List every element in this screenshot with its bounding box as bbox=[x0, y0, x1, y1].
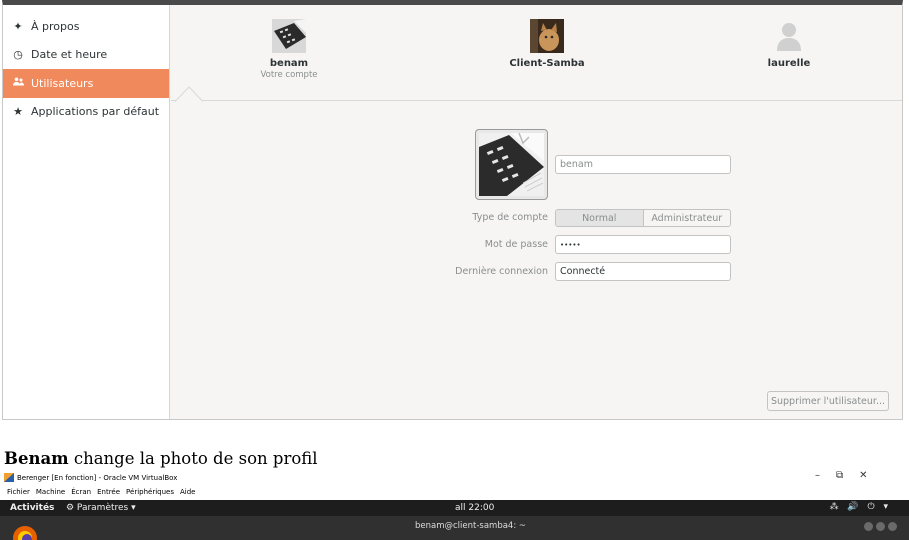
terminal-window-controls bbox=[864, 522, 897, 531]
cat-avatar bbox=[530, 19, 564, 53]
user-card-benam[interactable]: benam Votre compte bbox=[219, 19, 359, 80]
menu-fichier[interactable]: Fichier bbox=[7, 488, 30, 496]
minimize-icon[interactable] bbox=[864, 522, 873, 531]
menu-machine[interactable]: Machine bbox=[36, 488, 65, 496]
calculator-avatar bbox=[272, 19, 306, 53]
restore-icon[interactable]: ⧉ bbox=[836, 470, 843, 481]
sidebar-item-label: À propos bbox=[31, 19, 80, 33]
password-label: Mot de passe bbox=[484, 239, 548, 250]
gnome-top-bar: Activités ⚙ Paramètres ▾ all 22:00 ⁂ 🔊 ⏻… bbox=[0, 500, 909, 516]
sidebar-item-utilisateurs[interactable]: Utilisateurs bbox=[3, 69, 169, 98]
sidebar-item-date-et-heure[interactable]: ◷ Date et heure bbox=[3, 41, 169, 70]
terminal-title: benam@client-samba4: ~ bbox=[415, 521, 527, 531]
vbox-titlebar: Berenger [En fonction] - Oracle VM Virtu… bbox=[4, 473, 177, 482]
caption-text: Benam change la photo de son profil bbox=[4, 449, 318, 468]
user-subtitle: Votre compte bbox=[260, 70, 318, 80]
user-name: benam bbox=[269, 58, 309, 69]
users-panel: benam Votre compte Client-Samba laurelle… bbox=[171, 5, 902, 419]
calculator-photo bbox=[479, 132, 544, 196]
user-card-laurelle[interactable]: laurelle bbox=[719, 19, 859, 69]
menu-peripheriques[interactable]: Périphériques bbox=[126, 488, 174, 496]
firefox-icon[interactable] bbox=[10, 520, 40, 540]
virtualbox-icon bbox=[4, 473, 14, 482]
sparkle-icon: ✦ bbox=[13, 19, 23, 33]
last-login-button[interactable]: Connecté bbox=[555, 262, 731, 281]
account-type-label: Type de compte bbox=[472, 212, 548, 223]
users-icon bbox=[12, 77, 24, 89]
sidebar-item-label: Date et heure bbox=[31, 48, 108, 62]
sidebar: ✦ À propos ◷ Date et heure Utilisateurs … bbox=[3, 5, 170, 419]
sidebar-item-label: Applications par défaut bbox=[31, 105, 160, 119]
menu-entree[interactable]: Entrée bbox=[97, 488, 120, 496]
delete-user-button[interactable]: Supprimer l'utilisateur... bbox=[767, 391, 889, 411]
selection-notch bbox=[175, 86, 203, 102]
system-tray[interactable]: ⁂ 🔊 ⏻ ▾ bbox=[830, 502, 891, 512]
last-login-label: Dernière connexion bbox=[455, 266, 548, 277]
settings-window: ✦ À propos ◷ Date et heure Utilisateurs … bbox=[2, 0, 903, 420]
profile-photo-button[interactable] bbox=[475, 129, 548, 200]
star-icon: ★ bbox=[13, 105, 23, 119]
clock[interactable]: all 22:00 bbox=[455, 503, 494, 513]
close-icon[interactable]: ✕ bbox=[859, 470, 867, 481]
account-type-normal[interactable]: Normal bbox=[556, 210, 644, 226]
caption-bold: Benam bbox=[4, 449, 69, 468]
minimize-icon[interactable]: – bbox=[815, 470, 820, 481]
close-icon[interactable] bbox=[888, 522, 897, 531]
username-field[interactable]: benam bbox=[555, 155, 731, 174]
user-list: benam Votre compte Client-Samba laurelle bbox=[171, 5, 902, 102]
password-field[interactable]: ••••• bbox=[555, 235, 731, 254]
user-name: laurelle bbox=[767, 58, 811, 69]
sidebar-item-label: Utilisateurs bbox=[31, 76, 94, 90]
terminal-titlebar: benam@client-samba4: ~ bbox=[0, 516, 909, 540]
vbox-title-text: Berenger [En fonction] - Oracle VM Virtu… bbox=[17, 473, 178, 482]
activities-button[interactable]: Activités bbox=[10, 503, 54, 513]
user-card-client-samba[interactable]: Client-Samba bbox=[477, 19, 617, 69]
menu-aide[interactable]: Aide bbox=[180, 488, 195, 496]
default-user-icon bbox=[772, 19, 806, 53]
caption-rest: change la photo de son profil bbox=[68, 449, 318, 468]
maximize-icon[interactable] bbox=[876, 522, 885, 531]
account-type-administrateur[interactable]: Administrateur bbox=[644, 210, 731, 226]
vbox-menubar: Fichier Machine Écran Entrée Périphériqu… bbox=[7, 488, 195, 496]
sidebar-item-applications-par-defaut[interactable]: ★ Applications par défaut bbox=[3, 98, 169, 127]
window-controls: – ⧉ ✕ bbox=[815, 470, 868, 481]
account-type-toggle: Normal Administrateur bbox=[555, 209, 731, 227]
user-name: Client-Samba bbox=[509, 58, 585, 69]
app-menu-button[interactable]: ⚙ Paramètres ▾ bbox=[66, 503, 136, 513]
sidebar-item-a-propos[interactable]: ✦ À propos bbox=[3, 12, 169, 41]
clock-icon: ◷ bbox=[13, 48, 23, 62]
menu-ecran[interactable]: Écran bbox=[71, 488, 91, 496]
